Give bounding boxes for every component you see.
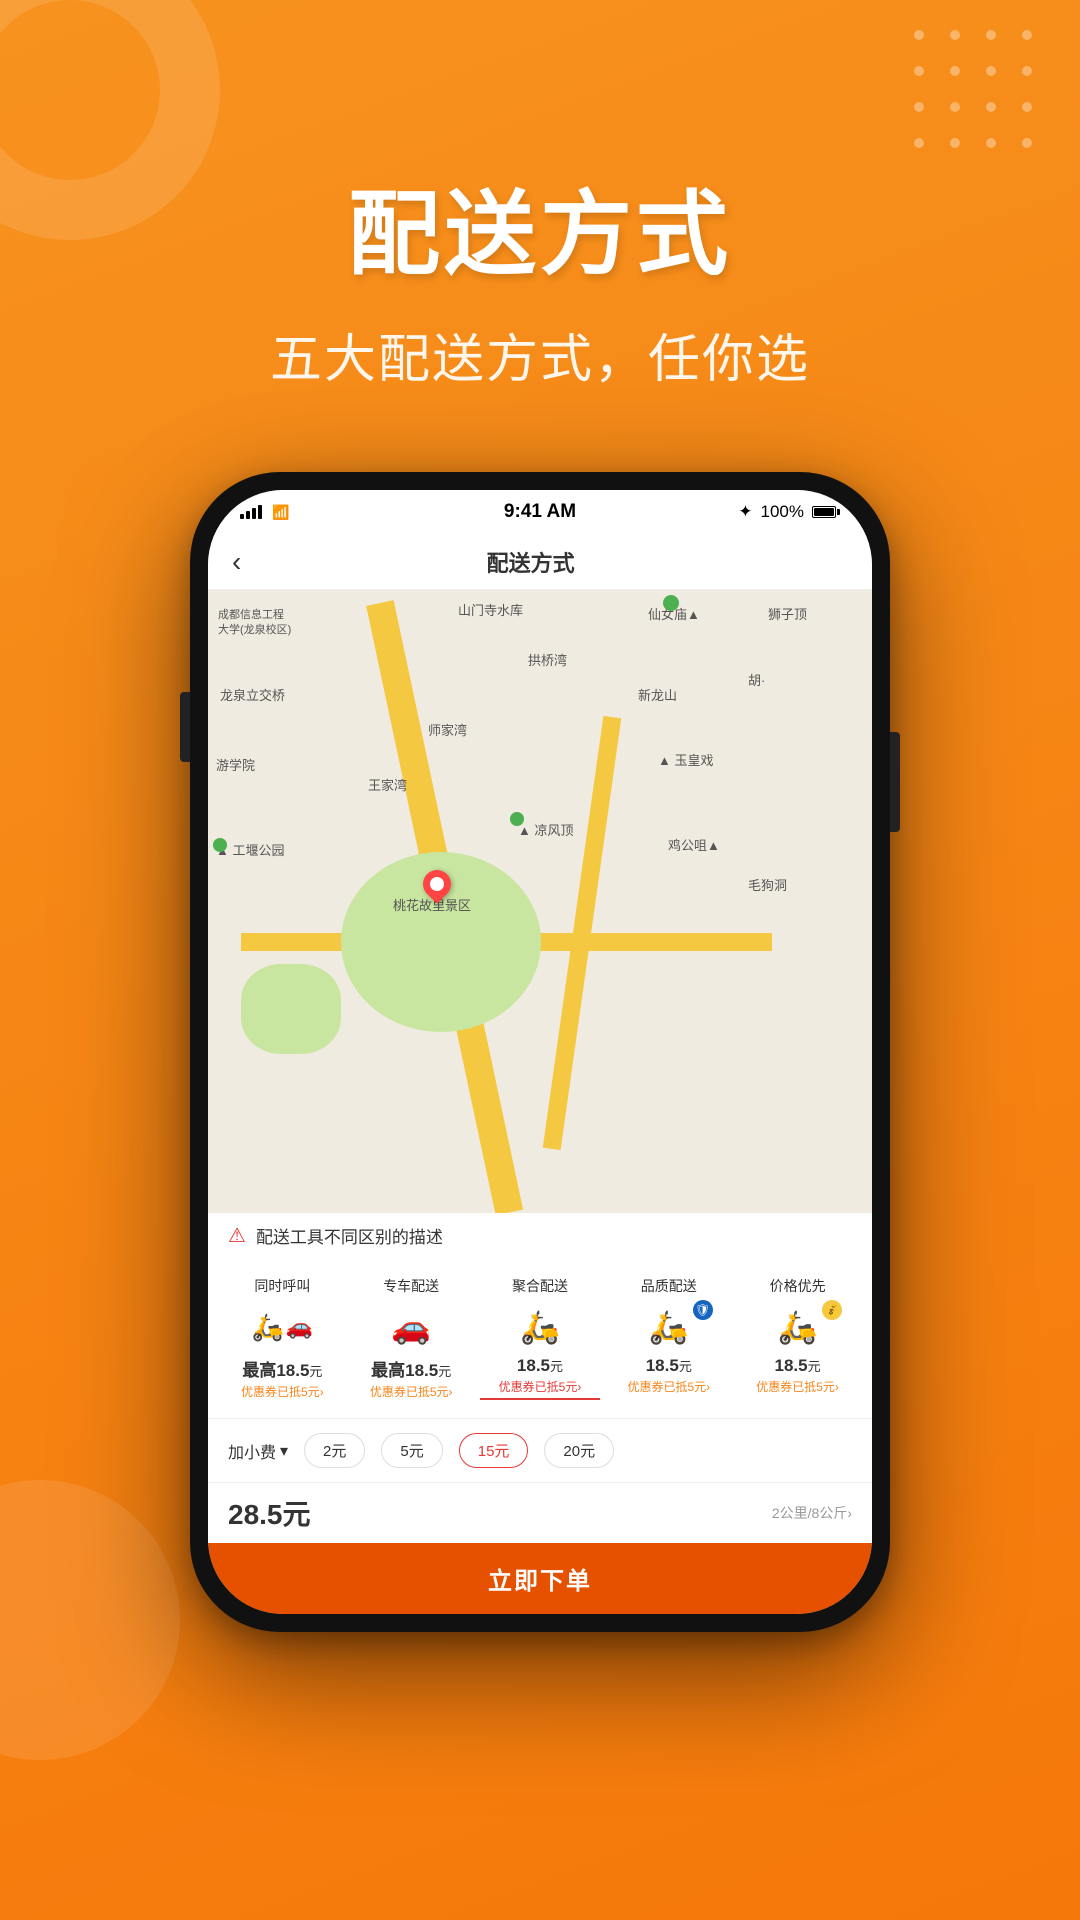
map-label-maogou: 毛狗洞 — [748, 875, 787, 894]
map-label-yuhuang: ▲ 玉皇戏 — [658, 750, 713, 769]
map-label-jigong: 鸡公咀▲ — [668, 835, 720, 854]
map-location-pin — [423, 870, 451, 898]
option-coupon-1: 优惠券已抵5元› — [241, 1383, 324, 1400]
signal-icon — [240, 505, 262, 519]
phone-screen: 📶 9:41 AM ✦ 100% ‹ 配送方式 — [208, 490, 872, 1614]
bag-badge: 💰 — [822, 1300, 842, 1320]
extra-fee-label: 加小费 ▾ — [228, 1439, 288, 1463]
option-title-3: 聚合配送 — [512, 1276, 568, 1296]
fee-chip-20[interactable]: 20元 — [544, 1433, 614, 1468]
fee-chip-2[interactable]: 2元 — [304, 1433, 365, 1468]
option-icon-5: 🛵 💰 — [758, 1304, 838, 1350]
status-bar: 📶 9:41 AM ✦ 100% — [208, 490, 872, 534]
background: 配送方式 五大配送方式，任你选 📶 9:41 A — [0, 0, 1080, 1920]
phone-mockup: 📶 9:41 AM ✦ 100% ‹ 配送方式 — [190, 472, 890, 1632]
option-price-5: 18.5元 — [775, 1356, 821, 1376]
option-coupon-5: 优惠券已抵5元› — [756, 1378, 839, 1395]
extra-label-text: 加小费 — [228, 1439, 276, 1463]
option-quality[interactable]: 品质配送 🛵 🛡 18.5元 优惠券已抵5元› — [609, 1276, 729, 1400]
map-label-liangfeng: ▲ 凉风顶 — [518, 820, 573, 839]
option-coupon-3: 优惠券已抵5元› — [499, 1378, 582, 1395]
option-coupon-2: 优惠券已抵5元› — [370, 1383, 453, 1400]
map-label-shifujia: 师家湾 — [428, 720, 467, 739]
map-area: 成都信息工程大学(龙泉校区) 龙泉立交桥 山门寺水库 拱桥湾 仙女庙▲ 狮子顶 … — [208, 590, 872, 1213]
status-right: ✦ 100% — [738, 502, 840, 522]
map-marker-fairy — [663, 595, 679, 611]
map-label-gongqiao: 拱桥湾 — [528, 650, 567, 669]
option-title-2: 专车配送 — [383, 1276, 439, 1296]
battery-icon — [812, 506, 840, 518]
option-title-5: 价格优先 — [770, 1276, 826, 1296]
option-private-car[interactable]: 专车配送 🚗 最高18.5元 优惠券已抵5元› — [351, 1276, 471, 1400]
option-simultaneous-call[interactable]: 同时呼叫 🛵 🚗 最高18.5元 优惠券已抵5元› — [222, 1276, 342, 1400]
option-aggregate[interactable]: 聚合配送 🛵 18.5元 优惠券已抵5元› — [480, 1276, 600, 1400]
option-icon-1: 🛵 🚗 — [242, 1304, 322, 1350]
map-label-shizi: 狮子顶 — [768, 604, 807, 623]
map-background: 成都信息工程大学(龙泉校区) 龙泉立交桥 山门寺水库 拱桥湾 仙女庙▲ 狮子顶 … — [208, 590, 872, 1213]
warning-banner: ⚠ 配送工具不同区别的描述 — [208, 1213, 872, 1258]
map-label-youxueyuan: 游学院 — [216, 755, 255, 774]
option-coupon-4: 优惠券已抵5元› — [627, 1378, 710, 1395]
order-button[interactable]: 立即下单 — [208, 1543, 872, 1614]
fee-chip-15[interactable]: 15元 — [459, 1433, 529, 1468]
option-icon-4: 🛵 🛡 — [629, 1304, 709, 1350]
curve-decoration-bottom — [0, 1480, 180, 1760]
total-row: 28.5元 2公里/8公斤› — [208, 1482, 872, 1543]
back-button[interactable]: ‹ — [232, 546, 241, 578]
options-row: 同时呼叫 🛵 🚗 最高18.5元 优惠券已抵5元› 专车配送 — [218, 1276, 862, 1400]
header-section: 配送方式 五大配送方式，任你选 — [0, 0, 1080, 392]
option-title-1: 同时呼叫 — [254, 1276, 310, 1296]
sub-title: 五大配送方式，任你选 — [0, 317, 1080, 392]
status-left: 📶 — [240, 504, 289, 521]
nav-title: 配送方式 — [257, 546, 804, 578]
total-price: 28.5元 — [228, 1493, 311, 1533]
main-title: 配送方式 — [0, 160, 1080, 293]
battery-text: 100% — [761, 502, 804, 522]
map-label-wangjia: 王家湾 — [368, 775, 407, 794]
status-time: 9:41 AM — [504, 501, 576, 523]
phone-outer: 📶 9:41 AM ✦ 100% ‹ 配送方式 — [190, 472, 890, 1632]
map-label-reservoir: 山门寺水库 — [458, 600, 523, 619]
fee-chip-5[interactable]: 5元 — [381, 1433, 442, 1468]
map-label-school: 成都信息工程大学(龙泉校区) — [218, 608, 291, 639]
option-icon-3: 🛵 — [500, 1304, 580, 1350]
dropdown-icon: ▾ — [280, 1441, 288, 1461]
total-info: 2公里/8公斤› — [772, 1503, 852, 1523]
delivery-options: 同时呼叫 🛵 🚗 最高18.5元 优惠券已抵5元› 专车配送 — [208, 1258, 872, 1418]
extra-fee-row: 加小费 ▾ 2元 5元 15元 20元 — [208, 1418, 872, 1482]
option-title-4: 品质配送 — [641, 1276, 697, 1296]
nav-bar: ‹ 配送方式 — [208, 534, 872, 590]
map-label-hujia: 胡· — [748, 670, 765, 689]
option-price-priority[interactable]: 价格优先 🛵 💰 18.5元 优惠券已抵5元› — [738, 1276, 858, 1400]
map-marker-park — [213, 838, 227, 852]
option-price-2: 最高18.5元 — [371, 1356, 451, 1381]
warning-icon: ⚠ — [228, 1223, 246, 1248]
option-icon-2: 🚗 — [371, 1304, 451, 1350]
option-price-4: 18.5元 — [646, 1356, 692, 1376]
map-label-xinlong: 新龙山 — [638, 685, 677, 704]
option-price-3: 18.5元 — [517, 1356, 563, 1376]
shield-badge: 🛡 — [693, 1300, 713, 1320]
green-area-2 — [241, 964, 341, 1054]
map-label-bridge: 龙泉立交桥 — [220, 685, 285, 704]
warning-text: 配送工具不同区别的描述 — [256, 1223, 443, 1248]
bluetooth-icon: ✦ — [738, 502, 752, 522]
wifi-icon: 📶 — [272, 504, 289, 521]
option-price-1: 最高18.5元 — [242, 1356, 322, 1381]
map-marker-liangfeng — [510, 812, 524, 826]
